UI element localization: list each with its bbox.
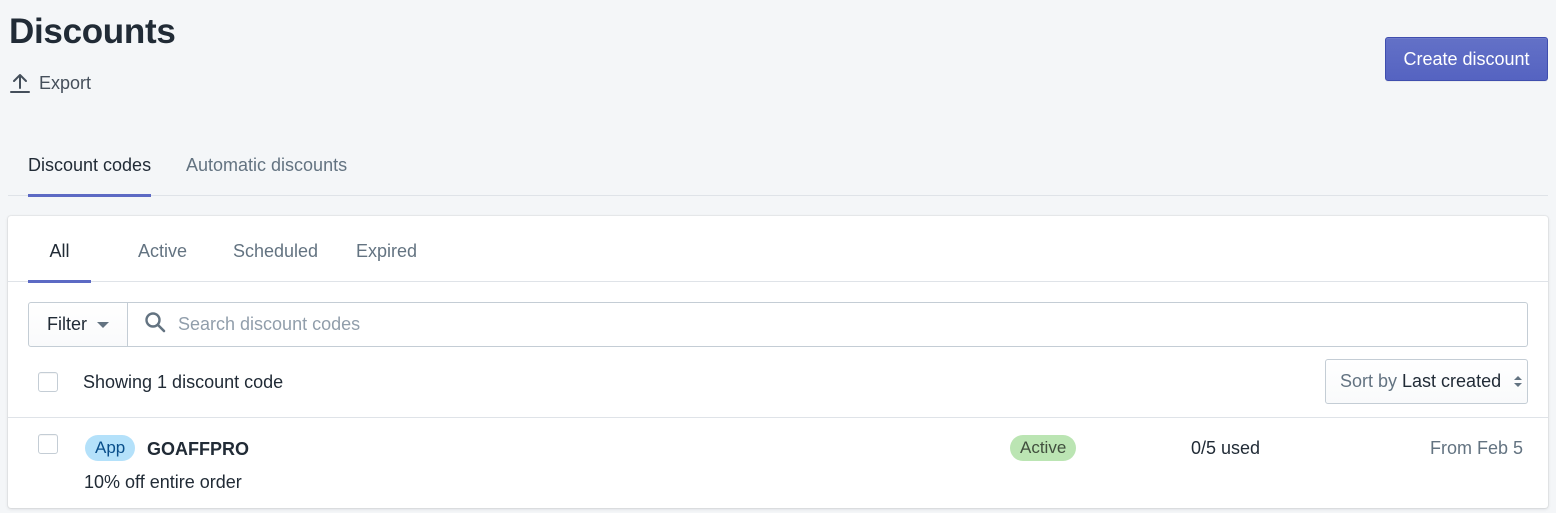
tab-scheduled[interactable]: Scheduled (233, 241, 318, 282)
tab-all[interactable]: All (28, 241, 91, 283)
discount-row[interactable]: App GOAFFPRO 10% off entire order Active… (8, 418, 1548, 508)
export-label: Export (39, 72, 92, 93)
sort-arrows-icon (1514, 376, 1523, 387)
create-discount-button[interactable]: Create discount (1385, 37, 1548, 81)
tab-active[interactable]: Active (138, 241, 187, 282)
results-count: Showing 1 discount code (83, 372, 284, 392)
search-icon (144, 311, 166, 338)
start-date: From Feb 5 (1429, 438, 1523, 458)
discount-description: 10% off entire order (84, 472, 242, 492)
filter-label: Filter (47, 314, 87, 334)
sort-select[interactable]: Sort by Last created (1325, 359, 1528, 404)
discount-type-tabs: Discount codes Automatic discounts (8, 142, 1548, 197)
sort-value: Last created (1402, 371, 1502, 391)
page-title: Discounts (9, 12, 176, 51)
filter-bar: Filter (28, 302, 1528, 347)
status-badge: Active (1010, 435, 1077, 461)
tab-discount-codes[interactable]: Discount codes (28, 155, 152, 197)
tab-automatic-discounts[interactable]: Automatic discounts (186, 155, 347, 196)
discount-codes-card: All Active Scheduled Expired Filter Show… (8, 216, 1548, 508)
discount-code-name[interactable]: GOAFFPRO (147, 439, 249, 460)
select-all-checkbox[interactable] (38, 372, 58, 392)
caret-down-icon (97, 321, 109, 328)
status-tabs: All Active Scheduled Expired (8, 216, 1548, 283)
search-field[interactable] (128, 302, 1528, 347)
row-checkbox[interactable] (38, 434, 58, 454)
upload-icon (9, 72, 31, 94)
source-badge: App (85, 435, 136, 461)
search-input[interactable] (178, 314, 1527, 335)
usage-count: 0/5 used (1191, 438, 1261, 458)
tab-expired[interactable]: Expired (356, 241, 417, 282)
export-button[interactable]: Export (9, 72, 91, 94)
filter-button[interactable]: Filter (28, 302, 128, 347)
sort-prefix: Sort by (1340, 371, 1398, 391)
